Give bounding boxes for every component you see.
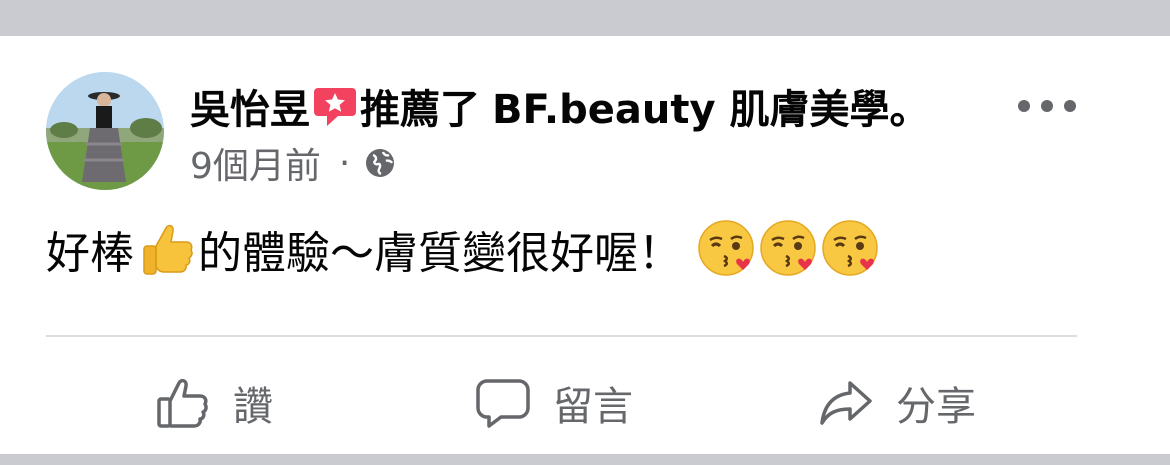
post-timestamp[interactable]: 9個月前 xyxy=(190,137,321,189)
comment-label: 留言 xyxy=(553,384,633,430)
author-name[interactable]: 吳怡昱 xyxy=(190,77,310,135)
share-label: 分享 xyxy=(896,384,976,430)
meta-separator: · xyxy=(338,142,351,184)
feed-separator xyxy=(0,454,1170,465)
post-text-part2: 的體驗～膚質變很好喔！ xyxy=(198,228,682,279)
avatar[interactable] xyxy=(46,72,164,190)
page-name-link[interactable]: BF.beauty 肌膚美學 xyxy=(492,77,889,135)
globe-icon xyxy=(366,149,395,177)
divider xyxy=(46,335,1077,337)
like-label: 讚 xyxy=(233,384,273,430)
thumbs-up-icon xyxy=(157,378,208,428)
recommend-text: 推薦了 xyxy=(360,87,480,133)
like-button[interactable]: 讚 xyxy=(155,368,273,438)
share-button[interactable]: 分享 xyxy=(818,368,976,438)
post-header: 吳怡昱 推薦了 BF.beauty 肌膚美學 。 xyxy=(190,78,929,134)
comment-button[interactable]: 留言 xyxy=(475,368,633,438)
post-card: 吳怡昱 推薦了 BF.beauty 肌膚美學 。 9個月前 · 好棒 的體驗～膚… xyxy=(0,36,1170,454)
avatar-photo xyxy=(46,72,164,190)
end-punct: 。 xyxy=(889,87,930,133)
face-blowing-kiss-emoji xyxy=(698,220,754,276)
face-blowing-kiss-emoji xyxy=(822,220,878,276)
face-blowing-kiss-emoji xyxy=(760,220,816,276)
post-meta: 9個月前 · xyxy=(190,139,396,187)
thumbs-up-emoji xyxy=(143,224,193,275)
post-text-part1: 好棒 xyxy=(46,228,134,279)
share-arrow-icon xyxy=(820,381,872,425)
recommend-badge-icon xyxy=(314,88,356,126)
comment-bubble-icon xyxy=(476,379,530,428)
more-options-icon[interactable] xyxy=(1018,86,1076,126)
post-body: 好棒 的體驗～膚質變很好喔！ xyxy=(46,214,882,284)
